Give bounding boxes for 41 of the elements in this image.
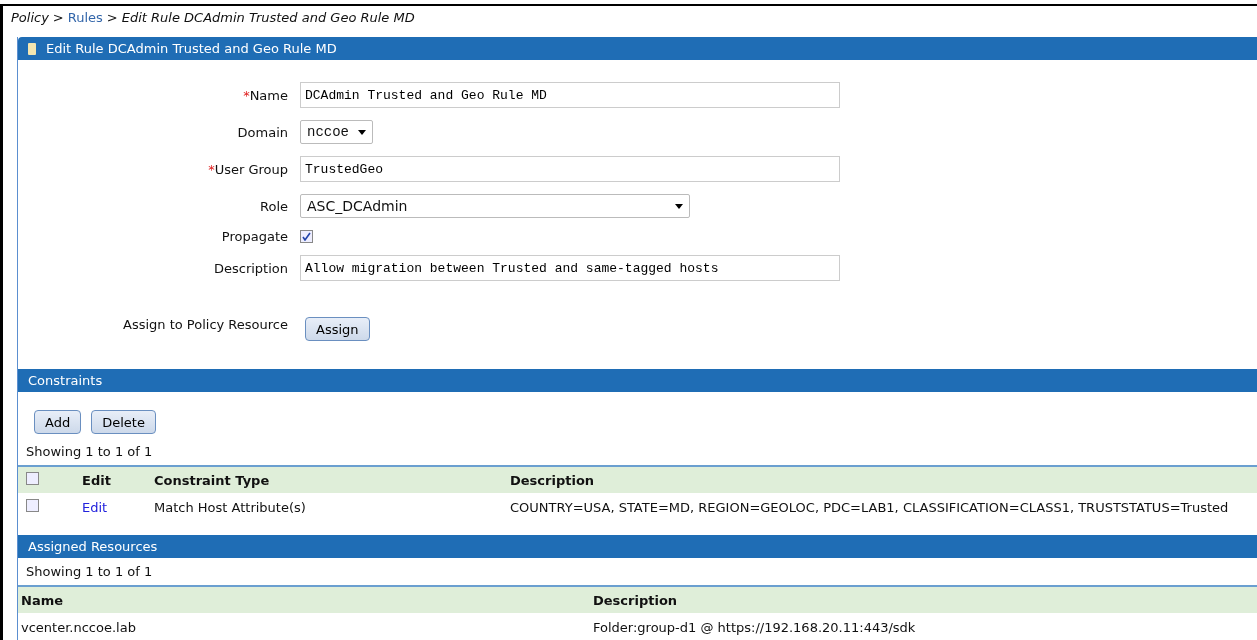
- field-label: *User Group: [207, 161, 288, 177]
- field-label: Role: [259, 198, 288, 214]
- checkbox[interactable]: [26, 472, 39, 485]
- checkbox[interactable]: [300, 230, 313, 243]
- caret-icon: [358, 129, 366, 135]
- document-icon: [28, 42, 36, 55]
- assign-button[interactable]: Assign: [305, 317, 370, 341]
- panel-title: Edit Rule DCAdmin Trusted and Geo Rule MD: [46, 41, 337, 56]
- caret-icon: [675, 203, 683, 209]
- toolbar-button[interactable]: Add: [34, 410, 82, 434]
- breadcrumb-text: Edit Rule DCAdmin Trusted and Geo Rule MD: [121, 10, 415, 25]
- dropdown[interactable]: ASC_DCAdmin: [300, 194, 690, 218]
- breadcrumb-separator: >: [106, 10, 118, 25]
- breadcrumb-link[interactable]: Rules: [67, 10, 103, 25]
- column-header: Description: [510, 472, 596, 488]
- section-title: Assigned Resources: [28, 539, 158, 554]
- column-header: Name: [20, 592, 64, 608]
- field-label: Domain: [236, 124, 288, 140]
- checkbox[interactable]: [26, 499, 39, 512]
- field-label: Description: [212, 260, 288, 276]
- column-header: Edit: [82, 472, 112, 488]
- pagination-text: Showing 1 to 1 of 1: [25, 443, 154, 461]
- text-field[interactable]: TrustedGeo: [300, 156, 840, 182]
- dropdown[interactable]: nccoe: [300, 120, 373, 144]
- field-label: Assign to Policy Resource: [122, 316, 288, 334]
- table-cell-text: COUNTRY=USA, STATE=MD, REGION=GEOLOC, PDC=LAB1, CLASSIFICATION=CLASS1, TRUSTSTATUS=Trusted: [510, 499, 1230, 515]
- pagination-text: Showing 1 to 1 of 1: [25, 563, 154, 581]
- edit-link[interactable]: Edit: [82, 499, 108, 515]
- text-field[interactable]: DCAdmin Trusted and Geo Rule MD: [300, 82, 840, 108]
- table-cell-text: Folder:group-d1 @ https://192.168.20.11:443/sdk: [592, 619, 917, 635]
- text-field[interactable]: Allow migration between Trusted and same-tagged hosts: [300, 255, 840, 281]
- field-label: *Name: [242, 87, 288, 103]
- table-cell-text: Match Host Attribute(s): [154, 499, 307, 515]
- breadcrumb-separator: >: [52, 10, 64, 25]
- table-cell-text: vcenter.nccoe.lab: [20, 619, 137, 635]
- section-title: Constraints: [28, 373, 103, 388]
- field-label: Propagate: [220, 229, 288, 244]
- column-header: Constraint Type: [154, 472, 271, 488]
- toolbar-button[interactable]: Delete: [91, 410, 156, 434]
- column-header: Description: [592, 592, 679, 608]
- breadcrumb-text: Policy: [11, 10, 49, 25]
